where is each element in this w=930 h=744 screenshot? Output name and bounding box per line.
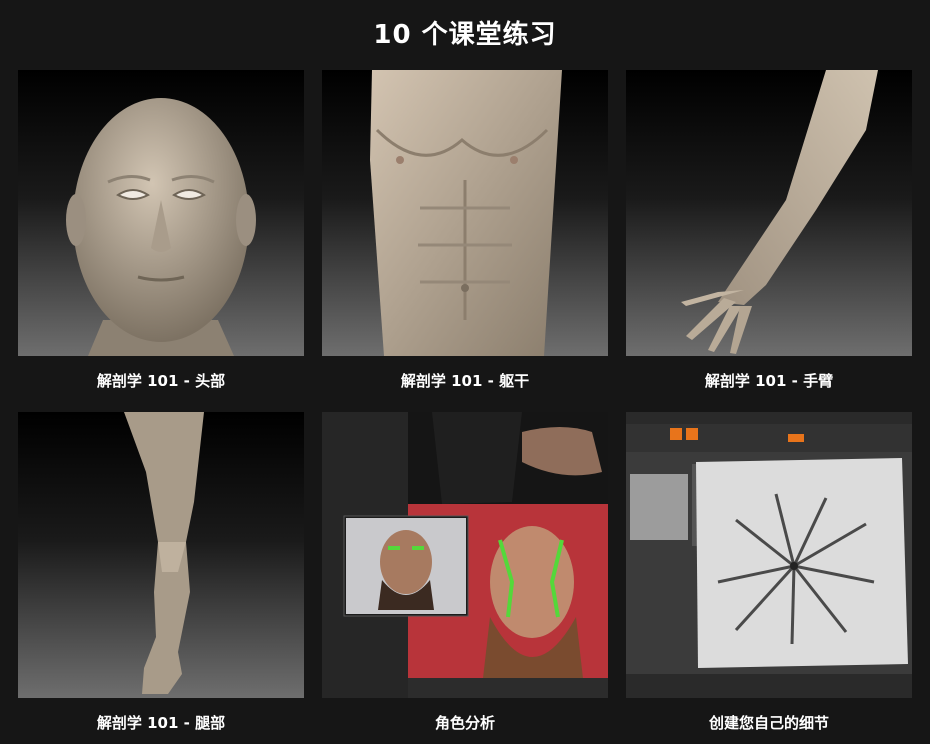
exercise-card-leg[interactable]: 解剖学 101 - 腿部 — [18, 412, 304, 733]
card-caption: 角色分析 — [434, 714, 495, 732]
exercise-card-create-details[interactable]: 创建您自己的细节 — [626, 412, 912, 733]
head-sculpt-image — [18, 70, 304, 356]
exercise-card-arm[interactable]: 解剖学 101 - 手臂 — [626, 70, 912, 391]
torso-sculpt-image — [322, 70, 608, 356]
zbrush-alpha-detail-image — [626, 412, 912, 698]
exercise-card-torso[interactable]: 解剖学 101 - 躯干 — [322, 70, 608, 391]
arm-sculpt-image — [626, 70, 912, 356]
exercise-card-head[interactable]: 解剖学 101 - 头部 — [18, 70, 304, 391]
card-caption: 解剖学 101 - 头部 — [96, 372, 226, 390]
card-caption: 解剖学 101 - 躯干 — [400, 372, 530, 390]
card-caption: 解剖学 101 - 手臂 — [704, 372, 834, 390]
exercise-card-character-analysis[interactable]: 角色分析 — [322, 412, 608, 733]
page-title: 10 个课堂练习 — [373, 20, 557, 50]
character-analysis-collage-image — [322, 412, 608, 698]
leg-sculpt-image — [18, 412, 304, 698]
card-caption: 创建您自己的细节 — [708, 714, 829, 732]
card-caption: 解剖学 101 - 腿部 — [96, 714, 226, 732]
